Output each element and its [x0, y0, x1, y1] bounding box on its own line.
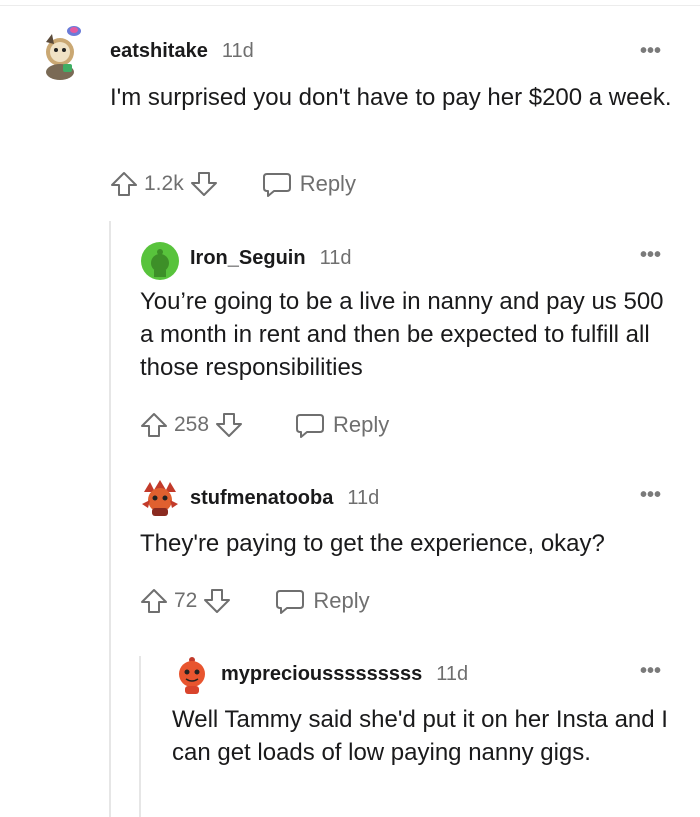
username-link[interactable]: eatshitake [110, 40, 208, 63]
username-link[interactable]: stufmenatooba [190, 487, 333, 510]
snoo-avatar-icon [142, 480, 178, 516]
snoo-avatar-icon [179, 657, 205, 694]
avatar[interactable] [36, 22, 88, 84]
upvote-icon[interactable] [110, 170, 138, 198]
reply-label: Reply [299, 171, 356, 196]
reply-label: Reply [333, 412, 390, 437]
reply-label: Reply [313, 588, 370, 613]
comment-actions: 1.2k Reply [110, 170, 356, 198]
downvote-icon[interactable] [203, 587, 231, 615]
reply-button[interactable]: Reply [275, 587, 370, 615]
thread-line[interactable] [139, 656, 141, 817]
more-options-button[interactable]: ••• [640, 485, 661, 505]
avatar[interactable] [140, 478, 180, 518]
reply-bubble-icon [276, 590, 305, 614]
snoo-avatar-icon [46, 26, 81, 80]
comment-header: mypreciousssssssss 11d [221, 663, 468, 686]
vote-count: 258 [174, 413, 210, 436]
comment-actions: 72 Reply [140, 587, 370, 615]
avatar[interactable] [140, 241, 180, 281]
vote-count: 1.2k [144, 172, 184, 195]
comment-header: Iron_Seguin 11d [190, 247, 351, 270]
reply-bubble-icon [296, 414, 325, 438]
timestamp[interactable]: 11d [347, 487, 379, 510]
reply-bubble-icon [262, 173, 291, 197]
comment-body: Well Tammy said she'd put it on her Inst… [172, 706, 668, 766]
timestamp[interactable]: 11d [320, 247, 352, 270]
comment-header: eatshitake 11d [110, 40, 254, 63]
reply-button[interactable]: Reply [262, 170, 356, 198]
comment-actions: 258 Reply [140, 411, 389, 439]
snoo-avatar-icon [141, 242, 179, 280]
avatar[interactable] [172, 654, 212, 696]
comment-body: I'm surprised you don't have to pay her … [110, 84, 672, 111]
username-link[interactable]: Iron_Seguin [190, 247, 306, 270]
username-link[interactable]: mypreciousssssssss [221, 663, 422, 686]
reply-button[interactable]: Reply [295, 411, 389, 439]
comment-header: stufmenatooba 11d [190, 487, 379, 510]
downvote-icon[interactable] [215, 411, 243, 439]
top-divider [0, 5, 700, 6]
timestamp[interactable]: 11d [222, 40, 254, 63]
downvote-icon[interactable] [190, 170, 218, 198]
upvote-icon[interactable] [140, 411, 168, 439]
more-options-button[interactable]: ••• [640, 245, 661, 265]
upvote-icon[interactable] [140, 587, 168, 615]
comment-body: They're paying to get the experience, ok… [140, 530, 605, 557]
more-options-button[interactable]: ••• [640, 41, 661, 61]
more-options-button[interactable]: ••• [640, 661, 661, 681]
timestamp[interactable]: 11d [436, 663, 468, 686]
vote-count: 72 [174, 589, 198, 612]
comment-body: You’re going to be a live in nanny and p… [140, 288, 664, 381]
thread-line[interactable] [109, 221, 111, 817]
